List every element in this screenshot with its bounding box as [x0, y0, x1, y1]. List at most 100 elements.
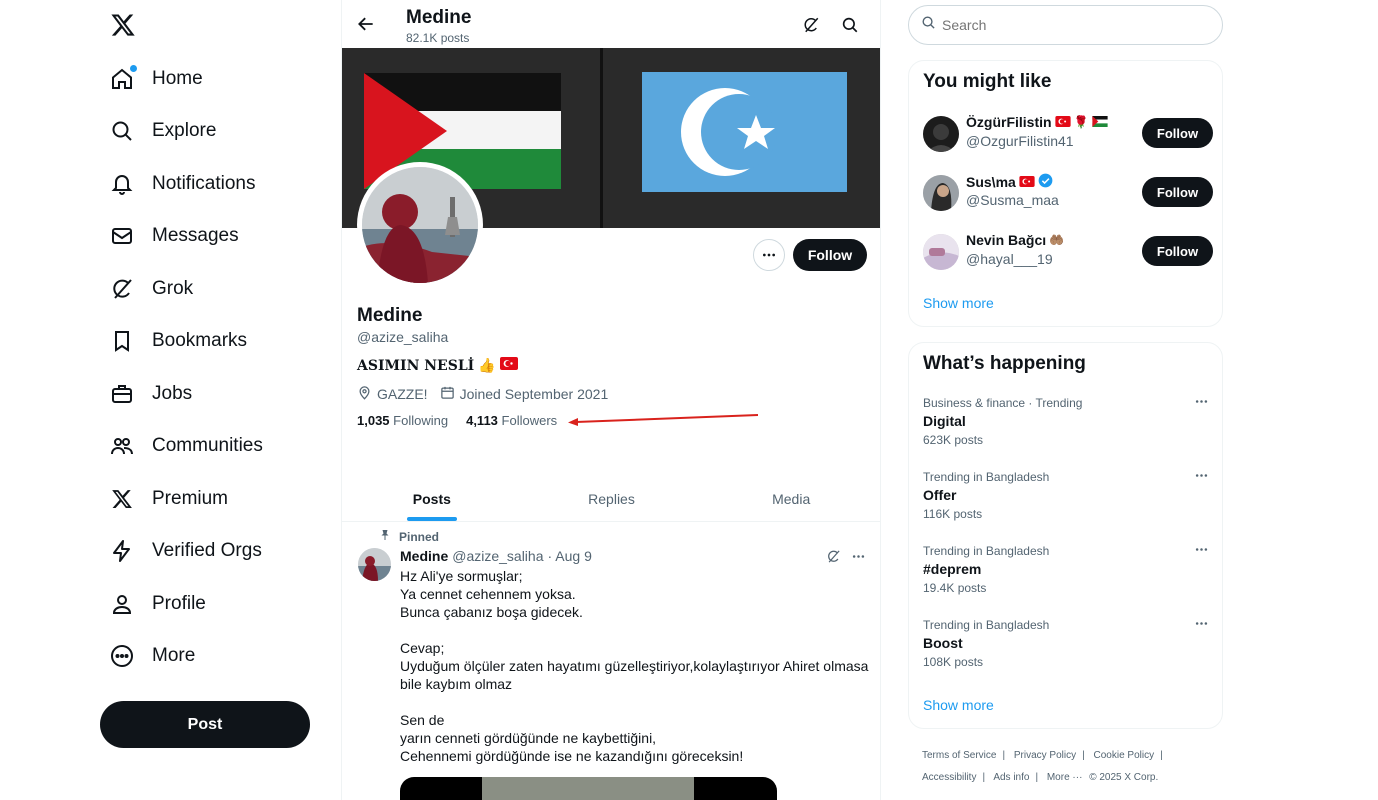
search-input[interactable]: [942, 17, 1202, 33]
lightning-icon: [110, 539, 134, 563]
nav-grok[interactable]: Grok: [110, 269, 193, 309]
user-name: Sus\ma: [966, 174, 1016, 190]
nav-jobs[interactable]: Jobs: [110, 374, 192, 414]
more-horizontal-icon[interactable]: [1194, 542, 1209, 562]
trend-item[interactable]: Trending in Bangladesh Offer 116K posts: [923, 470, 1213, 521]
tweet-avatar[interactable]: [358, 548, 391, 581]
search-icon: [921, 15, 936, 35]
bio-emoji: 👍: [478, 357, 496, 374]
trend-topic: Boost: [923, 635, 963, 651]
nav-home[interactable]: Home: [110, 59, 203, 99]
nav-premium[interactable]: Premium: [110, 479, 228, 519]
more-horizontal-icon[interactable]: [1194, 468, 1209, 488]
user-avatar[interactable]: [923, 116, 959, 152]
nav-label: Home: [152, 68, 203, 89]
card-title: What’s happening: [923, 353, 1086, 374]
footer-link[interactable]: Accessibility: [922, 772, 976, 783]
trend-item[interactable]: Business & finance · Trending Digital 62…: [923, 396, 1213, 447]
tweet-line: Bunca çabanız boşa gidecek.: [400, 604, 583, 620]
tweet-line: Hz Ali'ye sormuşlar;: [400, 568, 523, 584]
trend-item[interactable]: Trending in Bangladesh Boost 108K posts: [923, 618, 1213, 669]
tweet-actions-top: [826, 549, 866, 569]
nav-profile[interactable]: Profile: [110, 584, 206, 624]
followers-count: 4,113: [466, 413, 498, 428]
tab-media[interactable]: Media: [701, 476, 880, 521]
tab-replies[interactable]: Replies: [522, 476, 702, 521]
user-avatar[interactable]: [923, 234, 959, 270]
profile-bio: ASIMIN NESLİ 👍: [357, 357, 518, 374]
footer-link[interactable]: Ads info: [993, 772, 1029, 783]
nav-verified-orgs[interactable]: Verified Orgs: [110, 531, 262, 571]
show-more-link[interactable]: Show more: [923, 697, 994, 713]
profile-header-bar: Medine 82.1K posts: [342, 0, 880, 48]
followers-label: Followers: [501, 413, 558, 428]
footer-link[interactable]: Privacy Policy: [1014, 750, 1076, 761]
suggested-user[interactable]: Nevin Bağcı 🤲🏽 @hayal___19 Follow: [923, 232, 1213, 272]
profile-column: Medine 82.1K posts Follow Medine @azize_…: [341, 0, 881, 800]
trend-count: 108K posts: [923, 655, 984, 669]
more-circle-icon: [110, 644, 134, 668]
trend-context: Trending in Bangladesh: [923, 470, 1050, 484]
people-icon: [110, 434, 134, 458]
verified-badge-icon: [1038, 173, 1053, 191]
follow-button[interactable]: Follow: [1142, 177, 1213, 207]
profile-handle: @azize_saliha: [357, 329, 449, 345]
bookmark-icon: [110, 329, 134, 353]
search-box[interactable]: [908, 5, 1223, 45]
follow-button[interactable]: Follow: [793, 239, 867, 271]
tweet-media[interactable]: [400, 777, 777, 800]
back-arrow-icon[interactable]: [356, 14, 376, 34]
nav-label: Bookmarks: [152, 330, 248, 351]
follow-button[interactable]: Follow: [1142, 236, 1213, 266]
user-avatar[interactable]: [923, 175, 959, 211]
show-more-link[interactable]: Show more: [923, 295, 994, 311]
tweet-header: Medine @azize_saliha · Aug 9: [400, 548, 592, 564]
nav-label: Verified Orgs: [152, 540, 262, 561]
tweet-line: Cevap;: [400, 640, 445, 656]
tweet-author-name[interactable]: Medine: [400, 548, 448, 564]
footer-link[interactable]: Cookie Policy: [1094, 750, 1155, 761]
search-icon[interactable]: [841, 16, 859, 39]
profile-joined: Joined September 2021: [459, 386, 609, 402]
trend-context: Business & finance · Trending: [923, 396, 1083, 410]
nav-bookmarks[interactable]: Bookmarks: [110, 321, 247, 361]
tweet-author-handle[interactable]: @azize_saliha: [452, 548, 543, 564]
tweet-line: [400, 621, 870, 639]
post-button[interactable]: Post: [100, 701, 310, 748]
more-horizontal-icon[interactable]: [851, 549, 866, 569]
more-options-button[interactable]: [753, 239, 785, 271]
following-label: Following: [393, 413, 449, 428]
following-count: 1,035: [357, 413, 390, 428]
nav-messages[interactable]: Messages: [110, 216, 239, 256]
nav-explore[interactable]: Explore: [110, 111, 216, 151]
x-logo-icon[interactable]: [110, 12, 136, 38]
nav-notifications[interactable]: Notifications: [110, 164, 256, 204]
envelope-icon: [110, 224, 134, 248]
person-icon: [110, 592, 134, 616]
suggested-user[interactable]: Sus\ma @Susma_maa Follow: [923, 173, 1213, 213]
nav-communities[interactable]: Communities: [110, 426, 263, 466]
tweet-date[interactable]: · Aug 9: [548, 548, 592, 564]
following-link[interactable]: 1,035 Following: [357, 413, 448, 428]
turkey-flag-icon: [1054, 114, 1071, 130]
trend-topic: #deprem: [923, 561, 982, 577]
tab-posts[interactable]: Posts: [342, 476, 522, 521]
suggested-user[interactable]: ÖzgürFilistin 🌹 @OzgurFilistin41 Follow: [923, 114, 1213, 154]
grok-icon[interactable]: [826, 549, 841, 569]
trend-item[interactable]: Trending in Bangladesh #deprem 19.4K pos…: [923, 544, 1213, 595]
briefcase-icon: [110, 382, 134, 406]
more-horizontal-icon[interactable]: [1194, 394, 1209, 414]
footer-link[interactable]: Terms of Service: [922, 750, 996, 761]
pin-icon: [379, 529, 391, 544]
grok-icon[interactable]: [802, 16, 820, 39]
user-emoji: 🌹: [1073, 115, 1089, 129]
trend-count: 19.4K posts: [923, 581, 987, 595]
trend-topic: Offer: [923, 487, 957, 503]
footer-link[interactable]: More ···: [1047, 772, 1083, 783]
more-horizontal-icon[interactable]: [1194, 616, 1209, 636]
nav-more[interactable]: More: [110, 636, 195, 676]
calendar-icon: [440, 385, 455, 403]
followers-link[interactable]: 4,113 Followers: [466, 413, 557, 428]
follow-button[interactable]: Follow: [1142, 118, 1213, 148]
profile-avatar[interactable]: [357, 162, 483, 288]
